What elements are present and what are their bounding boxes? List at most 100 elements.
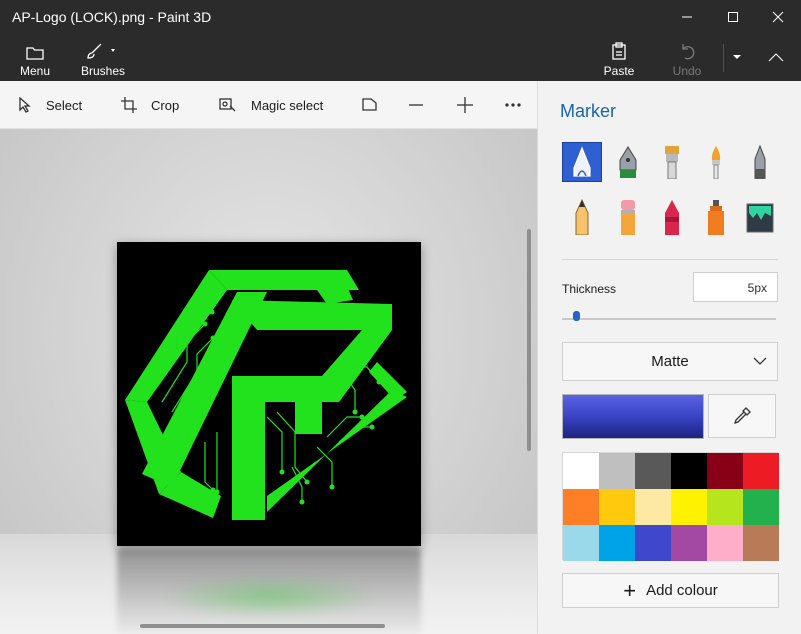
palette-swatch[interactable]: [563, 525, 599, 561]
folder-icon: [26, 47, 44, 60]
palette-swatch[interactable]: [743, 525, 779, 561]
calligraphy-pen-icon: [619, 146, 637, 178]
crop-tool[interactable]: Crop: [121, 81, 179, 129]
palette-swatch[interactable]: [599, 489, 635, 525]
vertical-scrollbar[interactable]: [527, 229, 531, 451]
pointer-icon: [19, 97, 31, 113]
watercolor-brush[interactable]: [696, 142, 736, 182]
chevron-down-icon: [753, 357, 767, 365]
palette-swatch[interactable]: [563, 453, 599, 489]
palette-swatch[interactable]: [707, 489, 743, 525]
pixel-pen-icon: [754, 145, 766, 179]
oil-brush[interactable]: [652, 142, 692, 182]
ribbon-divider: [723, 44, 724, 72]
ap-logo-image: [125, 270, 407, 520]
crop-icon: [121, 97, 137, 113]
window-title: AP-Logo (LOCK).png - Paint 3D: [12, 9, 212, 25]
oil-brush-icon: [665, 146, 679, 179]
thickness-label: Thickness: [562, 282, 617, 296]
palette-swatch[interactable]: [743, 453, 779, 489]
chevron-up-icon: [768, 53, 784, 62]
fill-brush[interactable]: [740, 197, 780, 237]
calligraphy-pen-brush[interactable]: [608, 142, 648, 182]
palette-swatch[interactable]: [635, 453, 671, 489]
eyedropper-icon: [733, 407, 751, 425]
add-colour-button[interactable]: + Add colour: [562, 573, 779, 608]
pencil-brush[interactable]: [562, 197, 602, 237]
chevron-down-icon: [733, 55, 741, 59]
select-label: Select: [46, 97, 83, 113]
canvas-area[interactable]: [0, 129, 537, 634]
canvas-reflection-glow: [160, 574, 380, 619]
finish-value: Matte: [651, 353, 689, 370]
minimize-button[interactable]: [664, 0, 710, 34]
plus-icon: +: [623, 577, 637, 603]
palette-swatch[interactable]: [635, 525, 671, 561]
pixel-pen-brush[interactable]: [740, 142, 780, 182]
zoom-in-button[interactable]: [456, 81, 474, 129]
crayon-brush[interactable]: [652, 197, 692, 237]
magic-select-icon: [219, 98, 236, 112]
palette-swatch[interactable]: [671, 525, 707, 561]
marker-brush[interactable]: [562, 142, 602, 182]
paste-icon: [612, 42, 626, 60]
spray-can-icon: [708, 200, 724, 235]
panel-divider: [562, 259, 778, 260]
menu-button[interactable]: Menu: [19, 38, 51, 78]
undo-button[interactable]: Undo: [671, 38, 703, 78]
magic-select-tool[interactable]: Magic select: [219, 81, 323, 129]
brush-panel: Marker Thickness 5px Matte + Add colour: [537, 81, 801, 634]
minus-icon: [409, 104, 423, 106]
close-button[interactable]: [755, 0, 801, 34]
palette-swatch[interactable]: [599, 453, 635, 489]
brushes-button[interactable]: Brushes: [80, 38, 126, 78]
menu-label: Menu: [19, 64, 51, 78]
paste-button[interactable]: Paste: [603, 38, 635, 78]
more-options-button[interactable]: [505, 81, 521, 129]
brush-icon: [87, 43, 115, 59]
palette-swatch[interactable]: [707, 453, 743, 489]
current-colour-swatch[interactable]: [562, 394, 704, 439]
flag-icon: [362, 98, 377, 111]
spray-can-brush[interactable]: [696, 197, 736, 237]
minimize-icon: [682, 16, 692, 18]
watercolor-icon: [711, 146, 721, 179]
palette-swatch[interactable]: [635, 489, 671, 525]
crop-label: Crop: [151, 97, 180, 113]
select-tool[interactable]: Select: [18, 81, 82, 129]
chevron-down-icon: [111, 49, 115, 52]
thickness-slider-thumb[interactable]: [572, 311, 580, 321]
palette-swatch[interactable]: [563, 489, 599, 525]
eraser-brush[interactable]: [608, 197, 648, 237]
add-colour-label: Add colour: [646, 582, 718, 599]
colour-palette: [562, 452, 779, 561]
undo-label: Undo: [672, 64, 702, 78]
brushes-label: Brushes: [80, 64, 126, 78]
finish-dropdown[interactable]: Matte: [562, 342, 778, 381]
flip-button[interactable]: [361, 81, 378, 129]
thickness-slider-track[interactable]: [562, 318, 776, 320]
title-bar: AP-Logo (LOCK).png - Paint 3D Menu Brush…: [0, 0, 801, 81]
pencil-icon: [575, 199, 589, 235]
ellipsis-icon: [505, 103, 521, 107]
thickness-input[interactable]: 5px: [693, 272, 778, 302]
horizontal-scrollbar[interactable]: [140, 624, 385, 628]
zoom-out-button[interactable]: [408, 81, 424, 129]
close-icon: [772, 11, 784, 23]
palette-swatch[interactable]: [671, 489, 707, 525]
paste-label: Paste: [603, 64, 635, 78]
palette-swatch[interactable]: [707, 525, 743, 561]
panel-title: Marker: [560, 101, 617, 121]
magic-select-label: Magic select: [251, 97, 324, 113]
palette-swatch[interactable]: [599, 525, 635, 561]
fill-bucket-icon: [746, 203, 774, 233]
collapse-ribbon-button[interactable]: [756, 38, 796, 76]
eyedropper-button[interactable]: [708, 394, 776, 438]
plus-icon: [457, 97, 473, 113]
more-commands-button[interactable]: [725, 38, 749, 76]
maximize-button[interactable]: [710, 0, 756, 34]
eraser-icon: [621, 200, 635, 235]
palette-swatch[interactable]: [743, 489, 779, 525]
artboard[interactable]: [117, 242, 421, 546]
palette-swatch[interactable]: [671, 453, 707, 489]
